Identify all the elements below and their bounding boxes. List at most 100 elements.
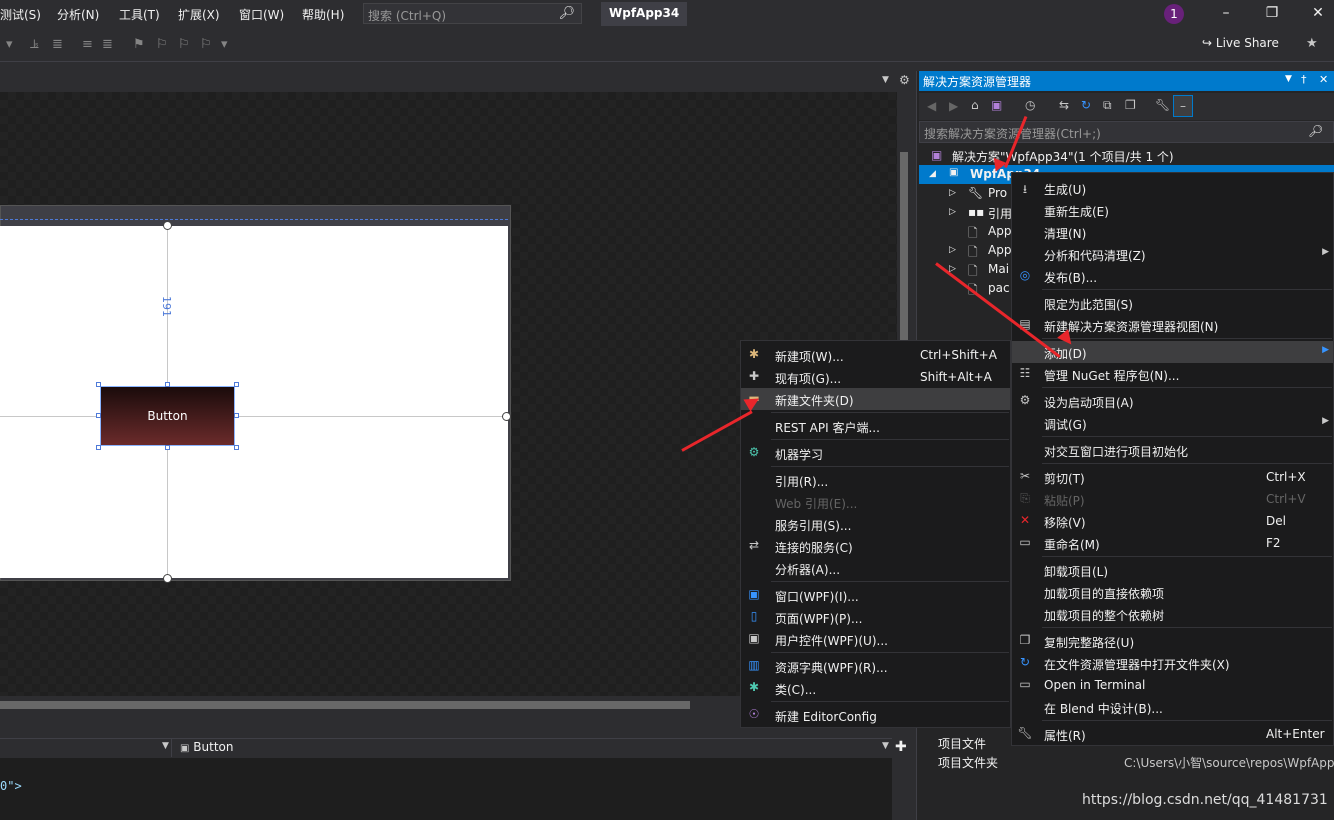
menu-item-new-item[interactable]: ✱ 新建项(W)... Ctrl+Shift+A xyxy=(741,344,1010,366)
menu-item-machine-learning[interactable]: ⚙ 机器学习 xyxy=(741,442,1010,464)
xaml-code-editor[interactable] xyxy=(0,758,892,820)
refresh-icon[interactable]: ↻ xyxy=(1081,98,1091,112)
menu-item-editorconfig[interactable]: ☉ 新建 EditorConfig xyxy=(741,704,1010,726)
menu-item-rest-api[interactable]: REST API 客户端... xyxy=(741,415,1010,437)
menu-item-class[interactable]: ✱ 类(C)... xyxy=(741,677,1010,699)
menu-test[interactable]: 测试(S) xyxy=(0,6,41,23)
notification-badge[interactable]: 1 xyxy=(1164,4,1184,24)
menu-item-reference[interactable]: 引用(R)... xyxy=(741,469,1010,491)
xaml-type-combo[interactable]: ▼ xyxy=(0,739,172,757)
resize-handle[interactable] xyxy=(165,445,170,450)
collapse-all-icon[interactable]: ⧉ xyxy=(1103,98,1112,113)
toolbar-dropdown-icon[interactable]: ▾ xyxy=(6,37,13,52)
menu-item-clean[interactable]: 清理(N) xyxy=(1012,221,1333,243)
solution-search-input[interactable]: 搜索解决方案资源管理器(Ctrl+;) 🔎︎ xyxy=(919,121,1334,143)
resize-handle[interactable] xyxy=(96,413,101,418)
bookmark-prev-icon[interactable]: ⚐ xyxy=(156,37,168,52)
forward-icon[interactable]: ▶ xyxy=(949,99,958,113)
menu-item-paste[interactable]: ⎘ 粘贴(P) Ctrl+V xyxy=(1012,488,1333,510)
resize-handle[interactable] xyxy=(234,413,239,418)
menu-item-debug[interactable]: 调试(G) ▶ xyxy=(1012,412,1333,434)
align-icon[interactable]: ⫡ xyxy=(30,37,39,52)
menu-item-interactive-init[interactable]: 对交互窗口进行项目初始化 xyxy=(1012,439,1333,461)
menu-item-set-startup[interactable]: ⚙ 设为启动项目(A) xyxy=(1012,390,1333,412)
close-icon[interactable]: ✕ xyxy=(1319,73,1328,86)
menu-item-wpf-user-control[interactable]: ▣ 用户控件(WPF)(U)... xyxy=(741,628,1010,650)
menu-item-service-reference[interactable]: 服务引用(S)... xyxy=(741,513,1010,535)
feedback-icon[interactable]: ★ xyxy=(1306,36,1318,51)
restore-icon[interactable]: ❐ xyxy=(1260,3,1284,23)
menu-item-web-reference[interactable]: Web 引用(E)... xyxy=(741,491,1010,513)
home-icon[interactable]: ⌂ xyxy=(971,98,979,112)
bottom-anchor-icon[interactable] xyxy=(163,574,172,583)
menu-item-wpf-window[interactable]: ▣ 窗口(WPF)(I)... xyxy=(741,584,1010,606)
bookmark-next-icon[interactable]: ⚐ xyxy=(178,37,190,52)
resize-handle[interactable] xyxy=(96,445,101,450)
resize-handle[interactable] xyxy=(96,382,101,387)
tab-list-icon[interactable]: ▼ xyxy=(882,75,889,85)
search-input[interactable]: 搜索 (Ctrl+Q) 🔎︎ xyxy=(363,3,582,24)
menu-item-nuget[interactable]: ☷ 管理 NuGet 程序包(N)... xyxy=(1012,363,1333,385)
menu-item-build[interactable]: ⭳ 生成(U) xyxy=(1012,177,1333,199)
show-all-files-icon[interactable]: ❐ xyxy=(1125,98,1136,112)
split-pane-icon[interactable]: ✚ xyxy=(895,739,907,755)
menu-extensions[interactable]: 扩展(X) xyxy=(178,6,220,23)
resize-handle[interactable] xyxy=(234,445,239,450)
menu-item-new-folder[interactable]: ▬ 新建文件夹(D) xyxy=(741,388,1010,410)
menu-item-load-dep-tree[interactable]: 加载项目的整个依赖树 xyxy=(1012,603,1333,625)
pin-icon[interactable]: † xyxy=(1301,73,1307,86)
property-value[interactable]: C:\Users\小智\source\repos\WpfApp xyxy=(1124,754,1334,771)
menu-item-wpf-page[interactable]: ▯ 页面(WPF)(P)... xyxy=(741,606,1010,628)
switch-views-icon[interactable]: ▣ xyxy=(991,98,1002,112)
menu-item-connected-service[interactable]: ⇄ 连接的服务(C) xyxy=(741,535,1010,557)
menu-item-scope[interactable]: 限定为此范围(S) xyxy=(1012,292,1333,314)
properties-icon[interactable]: 🔧︎ xyxy=(1155,98,1170,112)
live-share-button[interactable]: ↪ Live Share xyxy=(1202,36,1279,50)
xaml-member-combo[interactable]: ▣ Button ▼ xyxy=(176,739,892,757)
sync-icon[interactable]: ⇆ xyxy=(1059,98,1069,112)
top-anchor-icon[interactable] xyxy=(163,221,172,230)
menu-analyze[interactable]: 分析(N) xyxy=(57,6,99,23)
menu-item-new-view[interactable]: ▤ 新建解决方案资源管理器视图(N) xyxy=(1012,314,1333,336)
resize-handle[interactable] xyxy=(165,382,170,387)
menu-item-wpf-resource-dictionary[interactable]: ▥ 资源字典(WPF)(R)... xyxy=(741,655,1010,677)
resize-handle[interactable] xyxy=(234,382,239,387)
menu-tools[interactable]: 工具(T) xyxy=(119,6,160,23)
menu-window[interactable]: 窗口(W) xyxy=(239,6,284,23)
close-icon[interactable]: ✕ xyxy=(1306,3,1330,23)
right-anchor-icon[interactable] xyxy=(502,412,511,421)
panel-menu-icon[interactable]: ▼ xyxy=(1285,74,1292,84)
menu-item-publish[interactable]: ◎ 发布(B)... xyxy=(1012,265,1333,287)
menu-item-blend[interactable]: 在 Blend 中设计(B)... xyxy=(1012,696,1333,718)
menu-item-properties[interactable]: 🔧︎ 属性(R) Alt+Enter xyxy=(1012,723,1333,745)
align-center-icon[interactable]: ≣ xyxy=(52,37,63,52)
menu-item-load-direct-deps[interactable]: 加载项目的直接依赖项 xyxy=(1012,581,1333,603)
menu-item-unload[interactable]: 卸载项目(L) xyxy=(1012,559,1333,581)
toolbar-options-icon[interactable]: ▾ xyxy=(221,37,228,52)
menu-help[interactable]: 帮助(H) xyxy=(302,6,344,23)
wpf-window-client-area[interactable] xyxy=(0,226,508,578)
history-icon[interactable]: ◷ xyxy=(1025,98,1035,112)
menu-item-remove[interactable]: ✕ 移除(V) Del xyxy=(1012,510,1333,532)
bookmark-clear-icon[interactable]: ⚐ xyxy=(200,37,212,52)
indent-icon[interactable]: ≣ xyxy=(102,37,113,52)
bookmark-icon[interactable]: ⚑ xyxy=(133,37,145,52)
designer-settings-icon[interactable]: ⚙ xyxy=(899,73,910,87)
tree-solution-node[interactable]: ▣ 解决方案"WpfApp34"(1 个项目/共 1 个) xyxy=(919,146,1334,165)
outdent-icon[interactable]: ≡ xyxy=(82,37,93,52)
designer-button[interactable]: Button xyxy=(100,386,235,446)
menu-item-add[interactable]: 添加(D) ▶ xyxy=(1012,341,1333,363)
minimize-icon[interactable]: – xyxy=(1214,3,1238,23)
scroll-thumb[interactable] xyxy=(0,701,690,709)
back-icon[interactable]: ◀ xyxy=(927,99,936,113)
menu-item-rebuild[interactable]: 重新生成(E) xyxy=(1012,199,1333,221)
menu-item-copy-path[interactable]: ❐ 复制完整路径(U) xyxy=(1012,630,1333,652)
menu-item-rename[interactable]: ▭ 重命名(M) F2 xyxy=(1012,532,1333,554)
menu-item-analyzer[interactable]: 分析器(A)... xyxy=(741,557,1010,579)
menu-item-analyze[interactable]: 分析和代码清理(Z) ▶ xyxy=(1012,243,1333,265)
preview-toggle-icon[interactable]: – xyxy=(1173,95,1193,117)
menu-item-open-folder[interactable]: ↻ 在文件资源管理器中打开文件夹(X) xyxy=(1012,652,1333,674)
menu-item-existing-item[interactable]: ✚ 现有项(G)... Shift+Alt+A xyxy=(741,366,1010,388)
menu-item-cut[interactable]: ✂ 剪切(T) Ctrl+X xyxy=(1012,466,1333,488)
menu-item-open-terminal[interactable]: ▭ Open in Terminal xyxy=(1012,674,1333,696)
